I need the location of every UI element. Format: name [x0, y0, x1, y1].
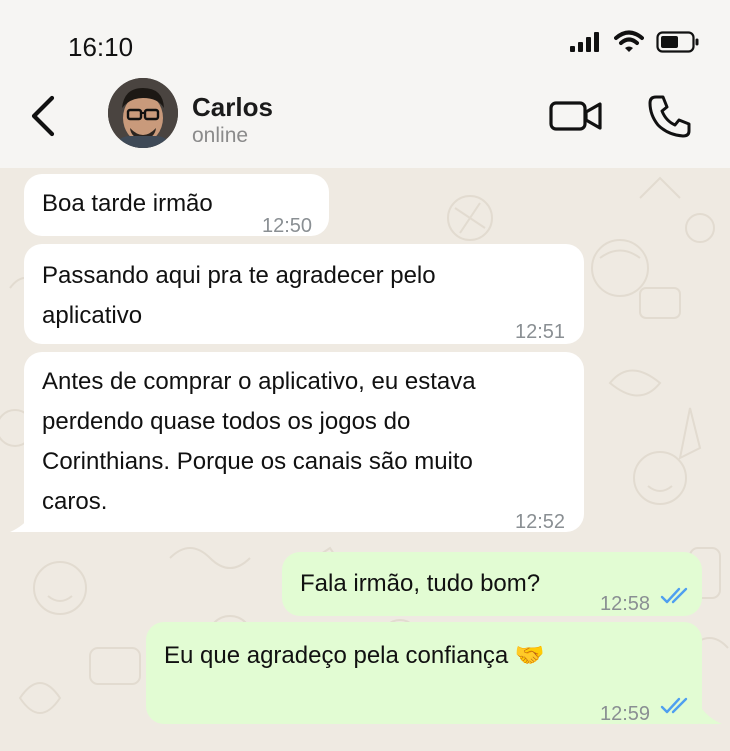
chat-area[interactable]: Boa tarde irmão 12:50 Passando aqui pra … [0, 168, 730, 751]
message-bubble-outgoing[interactable]: Fala irmão, tudo bom? 12:58 [282, 552, 702, 616]
double-check-icon [660, 587, 688, 604]
message-time: 12:50 [262, 215, 313, 237]
contact-name[interactable]: Carlos [192, 92, 273, 123]
message-text: caros. [42, 488, 108, 515]
message-bubble-incoming[interactable]: Passando aqui pra te agradecer pelo apli… [24, 244, 584, 344]
status-icons [570, 30, 700, 54]
battery-icon [656, 31, 699, 53]
back-arrow-icon[interactable] [26, 94, 60, 138]
double-check-icon [660, 697, 688, 714]
message-bubble-incoming[interactable]: Boa tarde irmão 12:50 [24, 174, 329, 237]
message-time: 12:58 [600, 593, 651, 615]
message-time: 12:52 [515, 511, 566, 533]
chat-header: 16:10 Carlos online [0, 0, 730, 168]
video-call-icon[interactable] [548, 94, 604, 138]
wifi-icon [614, 30, 644, 52]
avatar-photo [108, 78, 178, 148]
message-time: 12:59 [600, 703, 651, 725]
avatar[interactable] [108, 78, 178, 148]
contact-status: online [192, 124, 249, 147]
message-bubble-outgoing[interactable]: Eu que agradeço pela confiança 🤝 12:59 [146, 622, 702, 725]
message-text: perdendo quase todos os jogos do [42, 408, 411, 435]
message-text: Boa tarde irmão [42, 190, 213, 217]
message-time: 12:51 [515, 321, 566, 343]
bubble-tail [700, 706, 722, 724]
status-bar-time: 16:10 [68, 32, 134, 62]
signal-icon [570, 32, 599, 52]
message-text: aplicativo [42, 302, 143, 329]
phone-call-icon[interactable] [646, 92, 694, 140]
message-text: Antes de comprar o aplicativo, eu estava [42, 368, 476, 395]
message-text: Passando aqui pra te agradecer pelo [42, 262, 436, 289]
message-text: Corinthians. Porque os canais são muito [42, 448, 473, 475]
message-text: Fala irmão, tudo bom? [300, 570, 541, 597]
message-bubble-incoming[interactable]: Antes de comprar o aplicativo, eu estava… [24, 352, 584, 533]
message-text: Eu que agradeço pela confiança 🤝 [164, 642, 545, 669]
bubble-tail [10, 514, 32, 532]
